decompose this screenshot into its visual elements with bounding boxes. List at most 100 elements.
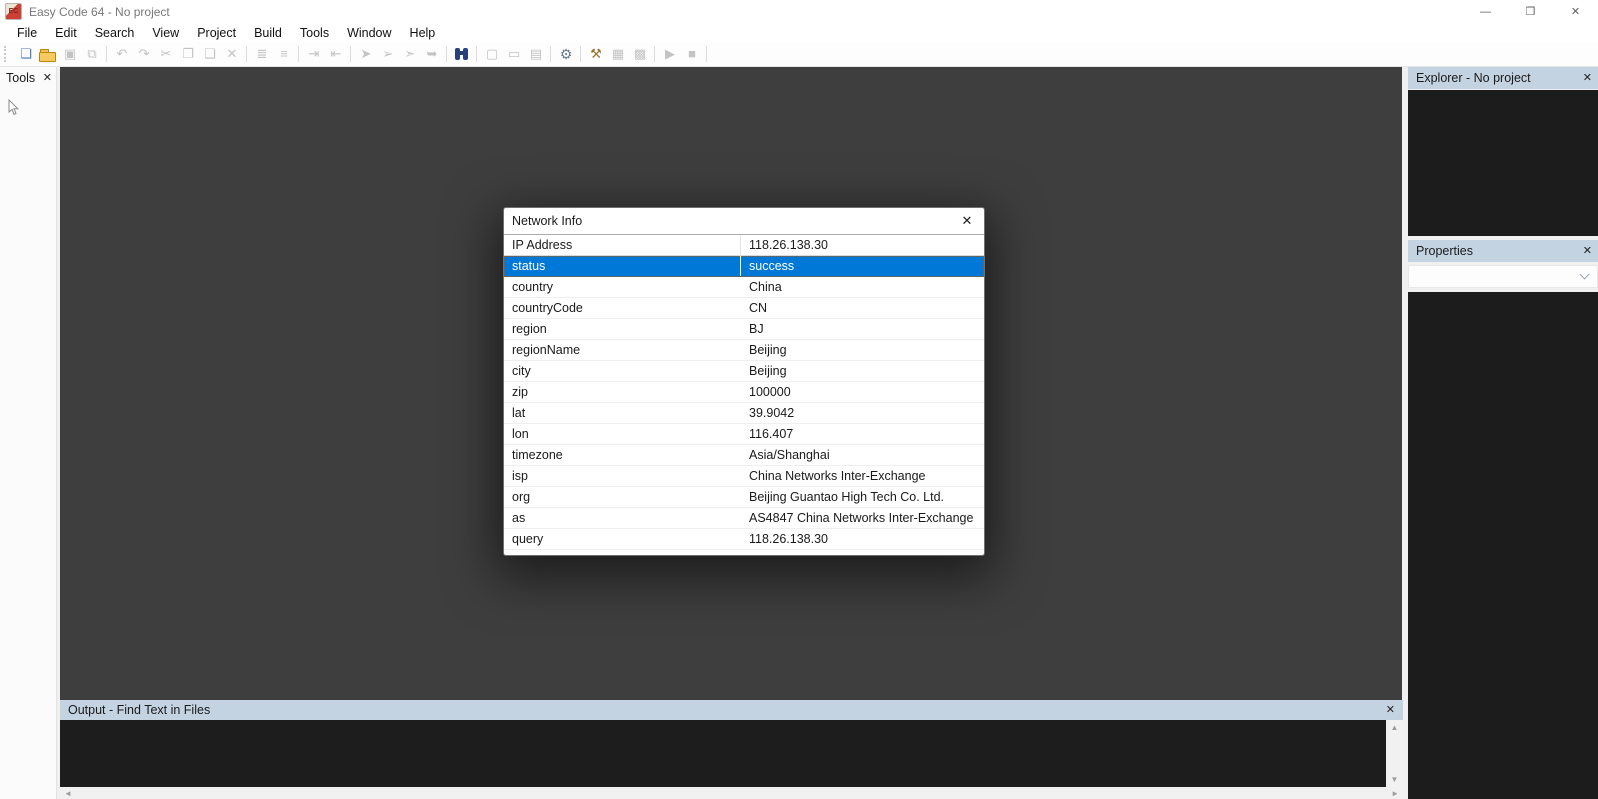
run-icon[interactable]: ▶ bbox=[659, 44, 681, 64]
menu-item[interactable]: Window bbox=[338, 26, 400, 40]
menubar: FileEditSearchViewProjectBuildToolsWindo… bbox=[0, 23, 1598, 42]
row-key-cell: as bbox=[504, 508, 741, 528]
toolbar-separator bbox=[577, 44, 585, 64]
stop-icon[interactable]: ■ bbox=[681, 44, 703, 64]
network-info-row[interactable]: lon 116.407 bbox=[504, 424, 984, 445]
row-value-cell: 116.407 bbox=[741, 424, 984, 444]
network-info-row[interactable]: zip 100000 bbox=[504, 382, 984, 403]
network-info-row[interactable]: isp China Networks Inter-Exchange bbox=[504, 466, 984, 487]
menu-item[interactable]: Project bbox=[188, 26, 245, 40]
row-key-cell: zip bbox=[504, 382, 741, 402]
row-key-cell: isp bbox=[504, 466, 741, 486]
open-folder-icon[interactable] bbox=[37, 44, 59, 64]
row-value-cell: 118.26.138.30 bbox=[741, 529, 984, 549]
cut-icon[interactable]: ✂ bbox=[155, 44, 177, 64]
save-icon[interactable]: ▣ bbox=[59, 44, 81, 64]
new-file-icon[interactable]: ❏ bbox=[15, 44, 37, 64]
dialog-close-icon[interactable]: ✕ bbox=[950, 213, 984, 229]
scroll-down-icon[interactable]: ▼ bbox=[1391, 775, 1399, 784]
scroll-left-icon[interactable]: ◄ bbox=[64, 789, 72, 798]
delete-icon[interactable]: ✕ bbox=[221, 44, 243, 64]
output-horizontal-scrollbar[interactable]: ◄ ► bbox=[60, 787, 1403, 799]
copy-icon[interactable]: ❐ bbox=[177, 44, 199, 64]
row-value-cell: Beijing bbox=[741, 361, 984, 381]
close-icon[interactable]: ✕ bbox=[43, 73, 52, 84]
network-info-rows: status success country China countryCode… bbox=[504, 256, 984, 550]
outdent-icon[interactable]: ⇤ bbox=[325, 44, 347, 64]
network-info-row[interactable]: lat 39.9042 bbox=[504, 403, 984, 424]
row-value-cell: success bbox=[741, 256, 984, 276]
network-info-row[interactable]: timezone Asia/Shanghai bbox=[504, 445, 984, 466]
toolbar-grip[interactable] bbox=[4, 46, 10, 62]
tools-panel-body bbox=[0, 89, 56, 121]
goto-line-icon[interactable]: ≡ bbox=[273, 44, 295, 64]
tools-panel-title: Tools bbox=[6, 71, 35, 85]
menu-item[interactable]: View bbox=[143, 26, 188, 40]
tools-panel-header: Tools ✕ bbox=[0, 67, 56, 89]
output-console bbox=[60, 720, 1386, 787]
network-info-row[interactable]: regionName Beijing bbox=[504, 340, 984, 361]
cursor-tool-icon[interactable] bbox=[7, 103, 20, 120]
close-icon[interactable]: ✕ bbox=[1386, 705, 1395, 716]
row-key-cell: lon bbox=[504, 424, 741, 444]
row-value-cell: Beijing bbox=[741, 340, 984, 360]
close-icon[interactable]: ✕ bbox=[1583, 246, 1592, 257]
close-button[interactable]: ✕ bbox=[1553, 0, 1598, 23]
paste-icon[interactable]: ❑ bbox=[199, 44, 221, 64]
network-info-row[interactable]: org Beijing Guantao High Tech Co. Ltd. bbox=[504, 487, 984, 508]
new-window-icon[interactable]: ▢ bbox=[481, 44, 503, 64]
bookmark-toggle-icon[interactable]: ➤ bbox=[355, 44, 377, 64]
build-icon[interactable]: ▦ bbox=[607, 44, 629, 64]
bookmark-clear-icon[interactable]: ➥ bbox=[421, 44, 443, 64]
document-icon[interactable]: ▤ bbox=[525, 44, 547, 64]
right-panel-column: Explorer - No project ✕ Properties ✕ bbox=[1408, 67, 1598, 799]
network-info-header-row[interactable]: IP Address 118.26.138.30 bbox=[504, 235, 984, 256]
toolbar: ❏ ▣⧉ ↶↷✂❐❑✕ ≣≡ ⇥⇤ ➤➢➣➥ ▢▭▤ ⚙ ⚒▦▩ ▶■ bbox=[0, 42, 1598, 67]
toolbar-separator bbox=[703, 44, 711, 64]
row-key-cell: region bbox=[504, 319, 741, 339]
row-key-cell: timezone bbox=[504, 445, 741, 465]
network-info-row[interactable]: country China bbox=[504, 277, 984, 298]
minimize-button[interactable]: — bbox=[1463, 0, 1508, 23]
row-value-cell: AS4847 China Networks Inter-Exchange bbox=[741, 508, 984, 528]
network-info-row[interactable]: countryCode CN bbox=[504, 298, 984, 319]
menu-item[interactable]: Build bbox=[245, 26, 291, 40]
header-key-cell: IP Address bbox=[504, 235, 741, 255]
dialog-titlebar[interactable]: Network Info ✕ bbox=[504, 208, 984, 235]
find-in-files-icon[interactable] bbox=[451, 44, 473, 64]
network-info-row[interactable]: as AS4847 China Networks Inter-Exchange bbox=[504, 508, 984, 529]
network-info-row[interactable]: city Beijing bbox=[504, 361, 984, 382]
restore-button[interactable]: ❐ bbox=[1508, 0, 1553, 23]
network-info-row[interactable]: region BJ bbox=[504, 319, 984, 340]
bookmark-next-icon[interactable]: ➢ bbox=[377, 44, 399, 64]
toolbar-separator bbox=[651, 44, 659, 64]
save-all-icon[interactable]: ⧉ bbox=[81, 44, 103, 64]
undo-icon[interactable]: ↶ bbox=[111, 44, 133, 64]
row-key-cell: lat bbox=[504, 403, 741, 423]
menu-item[interactable]: File bbox=[8, 26, 46, 40]
easy-code-window: EC Easy Code 64 - No project — ❐ ✕ FileE… bbox=[0, 0, 1598, 799]
properties-panel-title: Properties bbox=[1416, 244, 1473, 258]
output-vertical-scrollbar[interactable]: ▲ ▼ bbox=[1386, 720, 1403, 787]
scroll-right-icon[interactable]: ► bbox=[1391, 789, 1399, 798]
menu-item[interactable]: Tools bbox=[291, 26, 338, 40]
dialog-title: Network Info bbox=[512, 214, 582, 228]
close-icon[interactable]: ✕ bbox=[1583, 73, 1592, 84]
redo-icon[interactable]: ↷ bbox=[133, 44, 155, 64]
network-info-row[interactable]: status success bbox=[504, 256, 984, 277]
compile-icon[interactable]: ⚒ bbox=[585, 44, 607, 64]
cascade-window-icon[interactable]: ▭ bbox=[503, 44, 525, 64]
explorer-panel-title: Explorer - No project bbox=[1416, 71, 1531, 85]
options-icon[interactable]: ⚙ bbox=[555, 44, 577, 64]
output-panel-title: Output - Find Text in Files bbox=[68, 703, 210, 717]
properties-object-select[interactable] bbox=[1408, 265, 1598, 288]
menu-item[interactable]: Edit bbox=[46, 26, 86, 40]
menu-item[interactable]: Search bbox=[86, 26, 144, 40]
bookmark-prev-icon[interactable]: ➣ bbox=[399, 44, 421, 64]
network-info-row[interactable]: query 118.26.138.30 bbox=[504, 529, 984, 550]
rebuild-icon[interactable]: ▩ bbox=[629, 44, 651, 64]
scroll-up-icon[interactable]: ▲ bbox=[1391, 723, 1399, 732]
indent-icon[interactable]: ⇥ bbox=[303, 44, 325, 64]
menu-item[interactable]: Help bbox=[401, 26, 445, 40]
outline-icon[interactable]: ≣ bbox=[251, 44, 273, 64]
